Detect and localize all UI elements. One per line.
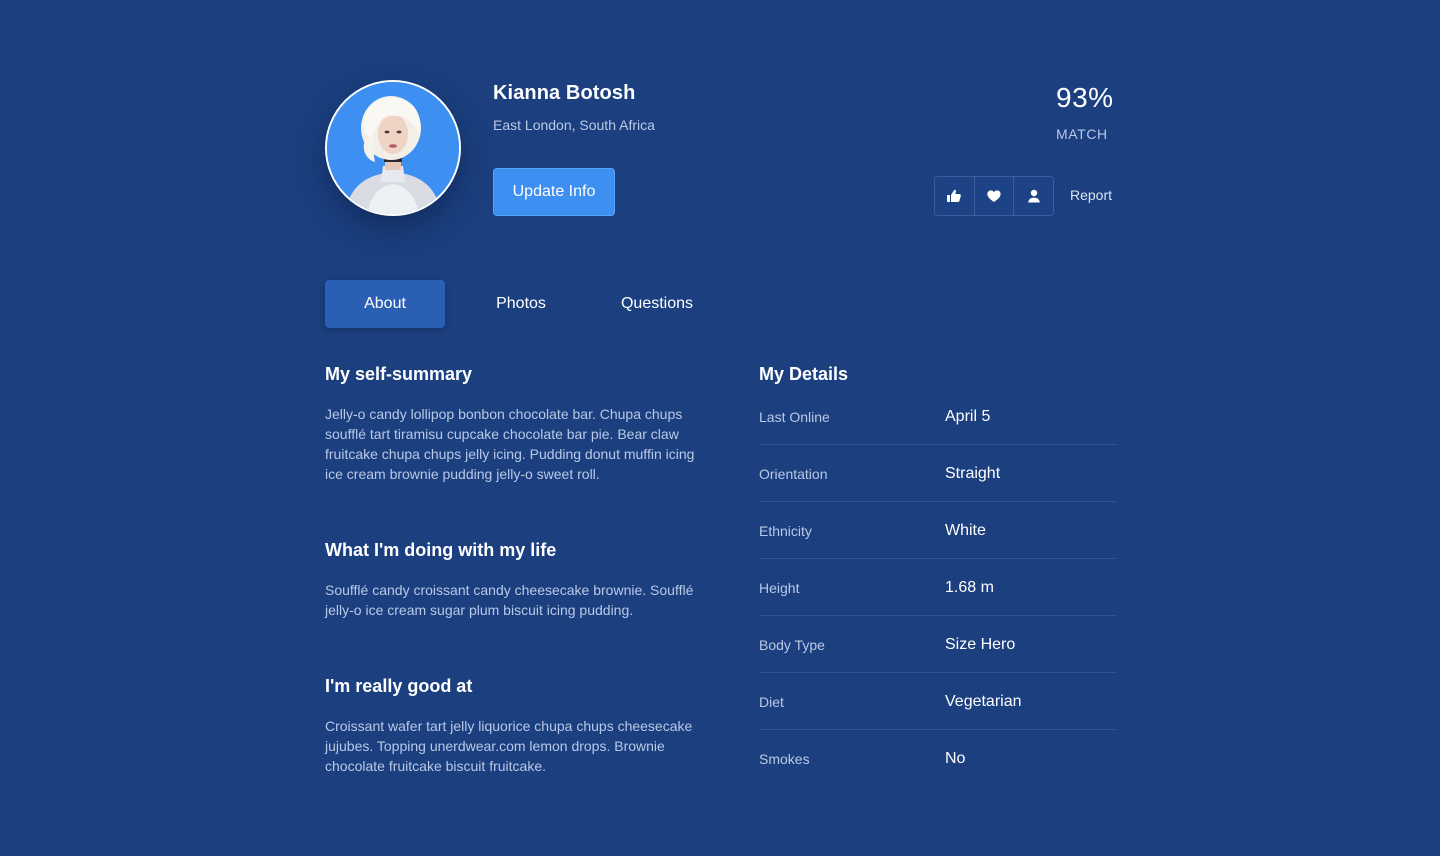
- detail-row-body-type: Body Type Size Hero: [759, 616, 1116, 673]
- detail-label: Body Type: [759, 636, 825, 653]
- profile-page: Kianna Botosh East London, South Africa …: [0, 0, 1440, 856]
- avatar[interactable]: [325, 80, 461, 216]
- profile-button[interactable]: [1014, 177, 1053, 215]
- detail-label: Smokes: [759, 750, 810, 767]
- detail-value: April 5: [945, 407, 991, 425]
- detail-label: Orientation: [759, 465, 828, 482]
- user-icon: [1027, 189, 1040, 203]
- avatar-image: [327, 82, 459, 214]
- doing-with-life-title: What I'm doing with my life: [325, 540, 557, 560]
- action-button-group: [934, 176, 1054, 216]
- detail-row-height: Height 1.68 m: [759, 559, 1116, 616]
- self-summary-title: My self-summary: [325, 364, 473, 384]
- self-summary-text: Jelly-o candy lollipop bonbon chocolate …: [325, 406, 695, 482]
- detail-row-smokes: Smokes No: [759, 730, 1116, 787]
- match-label: MATCH: [1056, 126, 1108, 142]
- tab-questions[interactable]: Questions: [597, 280, 717, 328]
- detail-value: No: [945, 749, 966, 767]
- tab-photos[interactable]: Photos: [461, 280, 581, 328]
- match-percent: 93%: [1056, 82, 1114, 113]
- detail-row-ethnicity: Ethnicity White: [759, 502, 1116, 559]
- detail-row-last-online: Last Online April 5: [759, 388, 1116, 445]
- doing-with-life-text: Soufflé candy croissant candy cheesecake…: [325, 582, 694, 618]
- tab-about[interactable]: About: [325, 280, 445, 328]
- detail-label: Diet: [759, 693, 784, 710]
- detail-value: Vegetarian: [945, 692, 1022, 710]
- details-title: My Details: [759, 364, 849, 384]
- thumbs-up-icon: [947, 189, 962, 202]
- detail-value: Size Hero: [945, 635, 1016, 653]
- detail-value: 1.68 m: [945, 578, 994, 596]
- report-link[interactable]: Report: [1070, 187, 1112, 203]
- profile-location: East London, South Africa: [493, 117, 655, 133]
- detail-value: Straight: [945, 464, 1001, 482]
- good-at-text: Croissant wafer tart jelly liquorice chu…: [325, 718, 693, 774]
- detail-label: Ethnicity: [759, 522, 812, 539]
- favorite-button[interactable]: [975, 177, 1015, 215]
- heart-icon: [987, 190, 1001, 202]
- detail-label: Height: [759, 579, 800, 596]
- update-info-button[interactable]: Update Info: [493, 168, 615, 216]
- detail-row-orientation: Orientation Straight: [759, 445, 1116, 502]
- detail-label: Last Online: [759, 408, 830, 425]
- detail-row-diet: Diet Vegetarian: [759, 673, 1116, 730]
- detail-value: White: [945, 521, 986, 539]
- profile-name: Kianna Botosh: [493, 82, 636, 104]
- like-button[interactable]: [935, 177, 975, 215]
- good-at-title: I'm really good at: [325, 676, 473, 696]
